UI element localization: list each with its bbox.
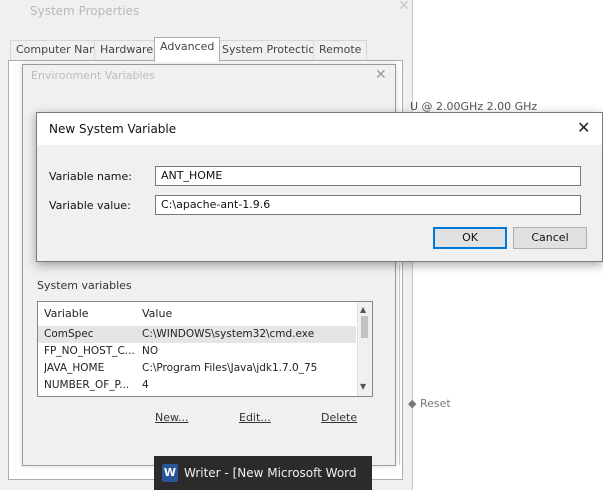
value-cell: C:\Program Files\Java\jdk1.7.0_75 [142,362,318,374]
value-cell: 4 [142,379,149,391]
variable-cell: JAVA_HOME [44,362,105,374]
tab-system-protection[interactable]: System Protection [216,40,329,61]
window-title: System Properties [30,4,140,18]
variable-cell: FP_NO_HOST_C... [44,345,135,357]
table-row[interactable]: ComSpec C:\WINDOWS\system32\cmd.exe [38,326,356,343]
scroll-up-icon[interactable]: ▲ [360,305,366,314]
table-row[interactable]: FP_NO_HOST_C... NO [38,343,356,360]
value-cell: NO [142,345,159,357]
tab-hardware[interactable]: Hardware [94,40,160,61]
column-header-value[interactable]: Value [142,304,172,324]
variable-name-field[interactable]: ANT_HOME [155,166,581,186]
taskbar-label: Writer - [New Microsoft Word [184,466,357,480]
system-variables-table[interactable]: Variable Value ComSpec C:\WINDOWS\system… [37,301,373,397]
variable-value-label: Variable value: [49,199,131,212]
variable-name-label: Variable name: [49,170,132,183]
close-icon[interactable]: ✕ [375,67,387,83]
scroll-thumb[interactable] [361,316,368,338]
ok-button[interactable]: OK [433,227,507,249]
word-icon: W [162,464,178,482]
system-variables-label: System variables [37,279,132,292]
column-header-variable[interactable]: Variable [44,304,89,324]
vertical-scrollbar[interactable]: ▲ ▼ [357,302,372,396]
scroll-down-icon[interactable]: ▼ [360,382,366,391]
variable-cell: NUMBER_OF_P... [44,379,130,391]
reset-link[interactable]: ◆ Reset [408,397,451,410]
reset-label: Reset [419,397,451,410]
title-bar: New System Variable ✕ [37,113,602,145]
variable-cell: ComSpec [44,328,94,340]
new-system-variable-dialog: New System Variable ✕ Variable name: ANT… [36,112,603,262]
variable-value-field[interactable]: C:\apache-ant-1.9.6 [155,195,581,215]
dialog-title: Environment Variables [31,69,156,82]
close-icon[interactable]: ✕ [577,118,590,137]
tab-remote[interactable]: Remote [313,40,368,61]
table-row[interactable]: JAVA_HOME C:\Program Files\Java\jdk1.7.0… [38,360,356,377]
delete-button[interactable]: Delete [321,411,357,424]
divider [399,265,400,465]
cancel-button[interactable]: Cancel [513,227,587,249]
value-cell: C:\WINDOWS\system32\cmd.exe [142,328,315,340]
new-button[interactable]: New... [155,411,188,424]
close-icon[interactable]: ✕ [398,0,410,14]
taskbar-item[interactable]: W Writer - [New Microsoft Word [154,456,372,490]
edit-button[interactable]: Edit... [239,411,271,424]
tab-advanced[interactable]: Advanced [154,37,221,62]
dialog-title: New System Variable [49,122,177,136]
table-row[interactable]: NUMBER_OF_P... 4 [38,377,356,394]
